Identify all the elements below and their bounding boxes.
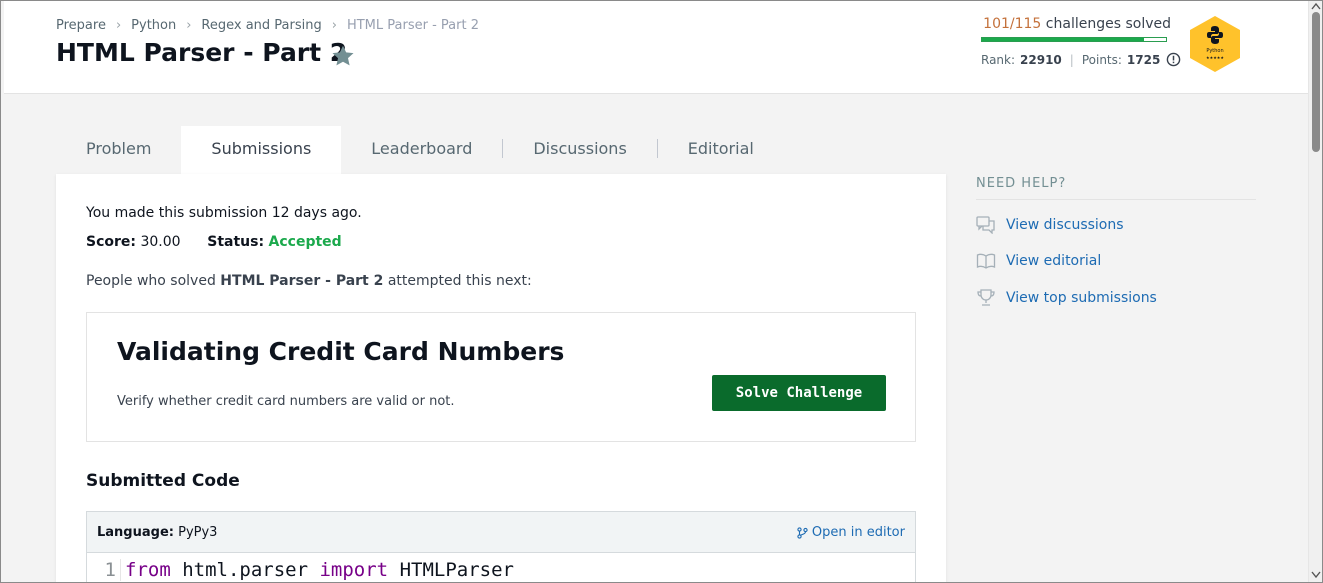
tab-problem[interactable]: Problem xyxy=(56,126,181,174)
trophy-icon xyxy=(977,289,995,306)
view-editorial-link[interactable]: View editorial xyxy=(976,252,1101,270)
breadcrumb-item-prepare[interactable]: Prepare xyxy=(56,18,106,33)
rank-label: Rank: xyxy=(981,52,1016,67)
branch-icon xyxy=(797,526,808,539)
people-suffix: attempted this next: xyxy=(383,273,532,289)
divider xyxy=(976,199,1256,200)
chevron-right-icon: › xyxy=(115,18,122,33)
divider: | xyxy=(1069,52,1074,67)
open-in-editor-label: Open in editor xyxy=(811,525,905,540)
next-suggestion-text: People who solved HTML Parser - Part 2 a… xyxy=(86,273,532,289)
info-icon[interactable] xyxy=(1166,52,1181,67)
view-discussions-label: View discussions xyxy=(1006,217,1124,233)
view-editorial-label: View editorial xyxy=(1006,253,1102,269)
code-keyword: import xyxy=(319,559,389,581)
code-panel: Language: PyPy3 Open in editor 1 from ht… xyxy=(86,511,916,583)
submitted-code-heading: Submitted Code xyxy=(86,471,240,491)
score-status: Score: 30.00 Status: Accepted xyxy=(86,234,342,250)
next-challenge-description: Verify whether credit card numbers are v… xyxy=(117,394,455,409)
star-icon[interactable] xyxy=(330,43,356,69)
scroll-thumb[interactable] xyxy=(1312,12,1320,152)
code-line: 1 from html.parser import HTMLParser xyxy=(87,557,514,583)
breadcrumb-item-regex[interactable]: Regex and Parsing xyxy=(201,18,321,33)
scroll-down-icon[interactable] xyxy=(1311,571,1321,579)
points-label: Points: xyxy=(1081,52,1122,67)
discussion-icon xyxy=(976,216,995,234)
breadcrumb: Prepare › Python › Regex and Parsing › H… xyxy=(56,18,479,33)
people-prefix: People who solved xyxy=(86,273,221,289)
language-info: Language: PyPy3 xyxy=(97,525,217,540)
rank-points: Rank: 22910 | Points: 1725 xyxy=(981,52,1181,67)
page-header: Prepare › Python › Regex and Parsing › H… xyxy=(4,0,1308,94)
view-top-submissions-label: View top submissions xyxy=(1006,290,1157,306)
code-text: from html.parser import HTMLParser xyxy=(121,559,514,581)
next-challenge-card: Validating Credit Card Numbers Verify wh… xyxy=(86,312,916,442)
solved-suffix: challenges solved xyxy=(1041,16,1171,32)
rank-value: 22910 xyxy=(1020,52,1062,67)
language-value: PyPy3 xyxy=(178,525,218,540)
language-label: Language: xyxy=(97,525,174,540)
submission-card: You made this submission 12 days ago. Sc… xyxy=(56,174,946,583)
solve-challenge-button[interactable]: Solve Challenge xyxy=(712,375,886,411)
need-help-heading: NEED HELP? xyxy=(976,176,1067,191)
points-value: 1725 xyxy=(1126,52,1161,67)
code-keyword: from xyxy=(125,559,171,581)
tab-editorial[interactable]: Editorial xyxy=(658,126,784,174)
challenges-solved-text: 101/115 challenges solved xyxy=(981,16,1171,32)
python-badge-icon[interactable]: Python ★★★★★ xyxy=(1187,14,1243,74)
page-title: HTML Parser - Part 2 xyxy=(56,38,348,67)
status-label: Status: xyxy=(207,234,265,250)
chevron-right-icon: › xyxy=(186,18,192,33)
tab-bar: Problem Submissions Leaderboard Discussi… xyxy=(56,126,784,174)
book-icon xyxy=(976,253,996,269)
breadcrumb-item-current: HTML Parser - Part 2 xyxy=(346,18,479,33)
chevron-right-icon: › xyxy=(331,18,337,33)
scroll-up-icon[interactable] xyxy=(1311,2,1321,10)
tab-discussions[interactable]: Discussions xyxy=(503,126,656,174)
breadcrumb-item-python[interactable]: Python xyxy=(131,18,176,33)
people-challenge: HTML Parser - Part 2 xyxy=(220,273,384,289)
tab-leaderboard[interactable]: Leaderboard xyxy=(341,126,502,174)
score-label: Score: xyxy=(86,234,136,250)
code-header: Language: PyPy3 Open in editor xyxy=(87,512,915,553)
badge-label: Python xyxy=(1206,48,1223,54)
view-top-submissions-link[interactable]: View top submissions xyxy=(976,289,1157,307)
code-module: html.parser xyxy=(170,559,320,581)
score-value: 30.00 xyxy=(140,234,181,250)
code-name: HTMLParser xyxy=(388,559,514,581)
scrollbar[interactable] xyxy=(1308,0,1323,583)
badge-stars: ★★★★★ xyxy=(1206,55,1224,60)
next-challenge-title[interactable]: Validating Credit Card Numbers xyxy=(117,337,564,366)
line-number: 1 xyxy=(87,559,121,581)
progress-summary: 101/115 challenges solved xyxy=(981,16,1171,42)
tab-submissions[interactable]: Submissions xyxy=(181,126,342,174)
view-discussions-link[interactable]: View discussions xyxy=(976,216,1124,234)
progress-bar xyxy=(981,37,1167,42)
open-in-editor-link[interactable]: Open in editor xyxy=(797,525,905,540)
solved-count: 101/115 xyxy=(983,16,1042,32)
status-value: Accepted xyxy=(268,234,342,250)
progress-fill xyxy=(982,38,1144,41)
submission-time: You made this submission 12 days ago. xyxy=(86,205,362,221)
